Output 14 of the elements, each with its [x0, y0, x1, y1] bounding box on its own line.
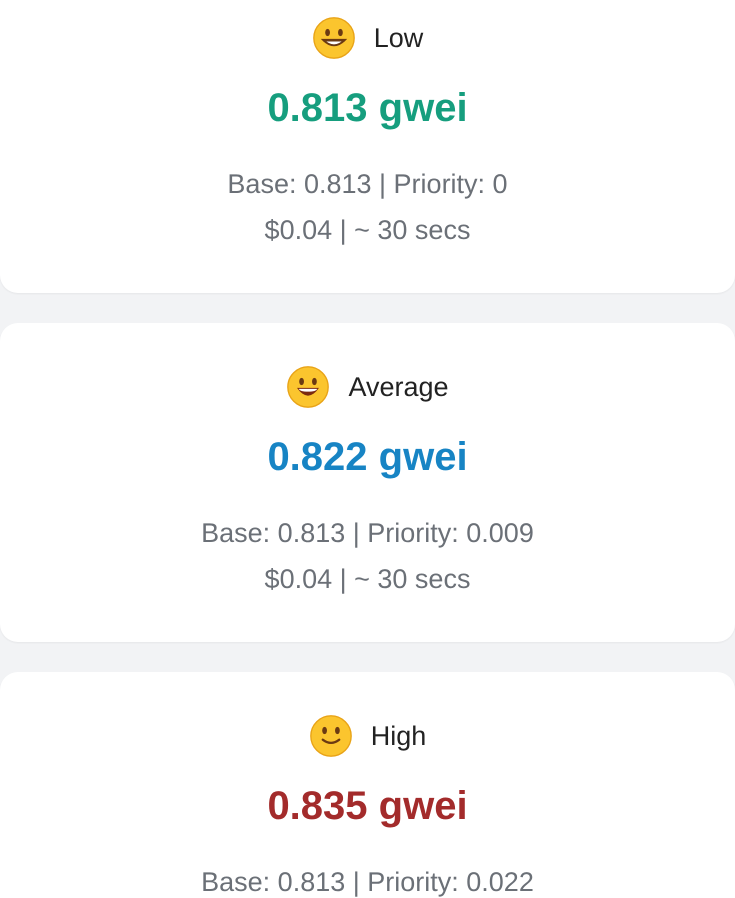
fee-detail: Base: 0.813 | Priority: 0: [227, 168, 508, 201]
gas-price: 0.822 gwei: [267, 435, 468, 480]
tier-label: High: [370, 720, 426, 752]
tier-label: Low: [374, 22, 424, 54]
smiley-icon: [312, 16, 356, 60]
fee-detail: $0.04 | ~ 30 secs: [264, 214, 470, 247]
fee-detail: Base: 0.813 | Priority: 0.009: [201, 517, 534, 550]
fee-detail: $0.04 | ~ 30 secs: [264, 563, 470, 596]
tier-label: Average: [348, 372, 449, 402]
gas-price: 0.835 gwei: [267, 784, 468, 829]
fee-detail: Base: 0.813 | Priority: 0.022: [201, 866, 534, 898]
gas-price: 0.813 gwei: [267, 86, 468, 131]
smiley-icon: [286, 365, 330, 409]
smiley-icon: [308, 714, 353, 758]
